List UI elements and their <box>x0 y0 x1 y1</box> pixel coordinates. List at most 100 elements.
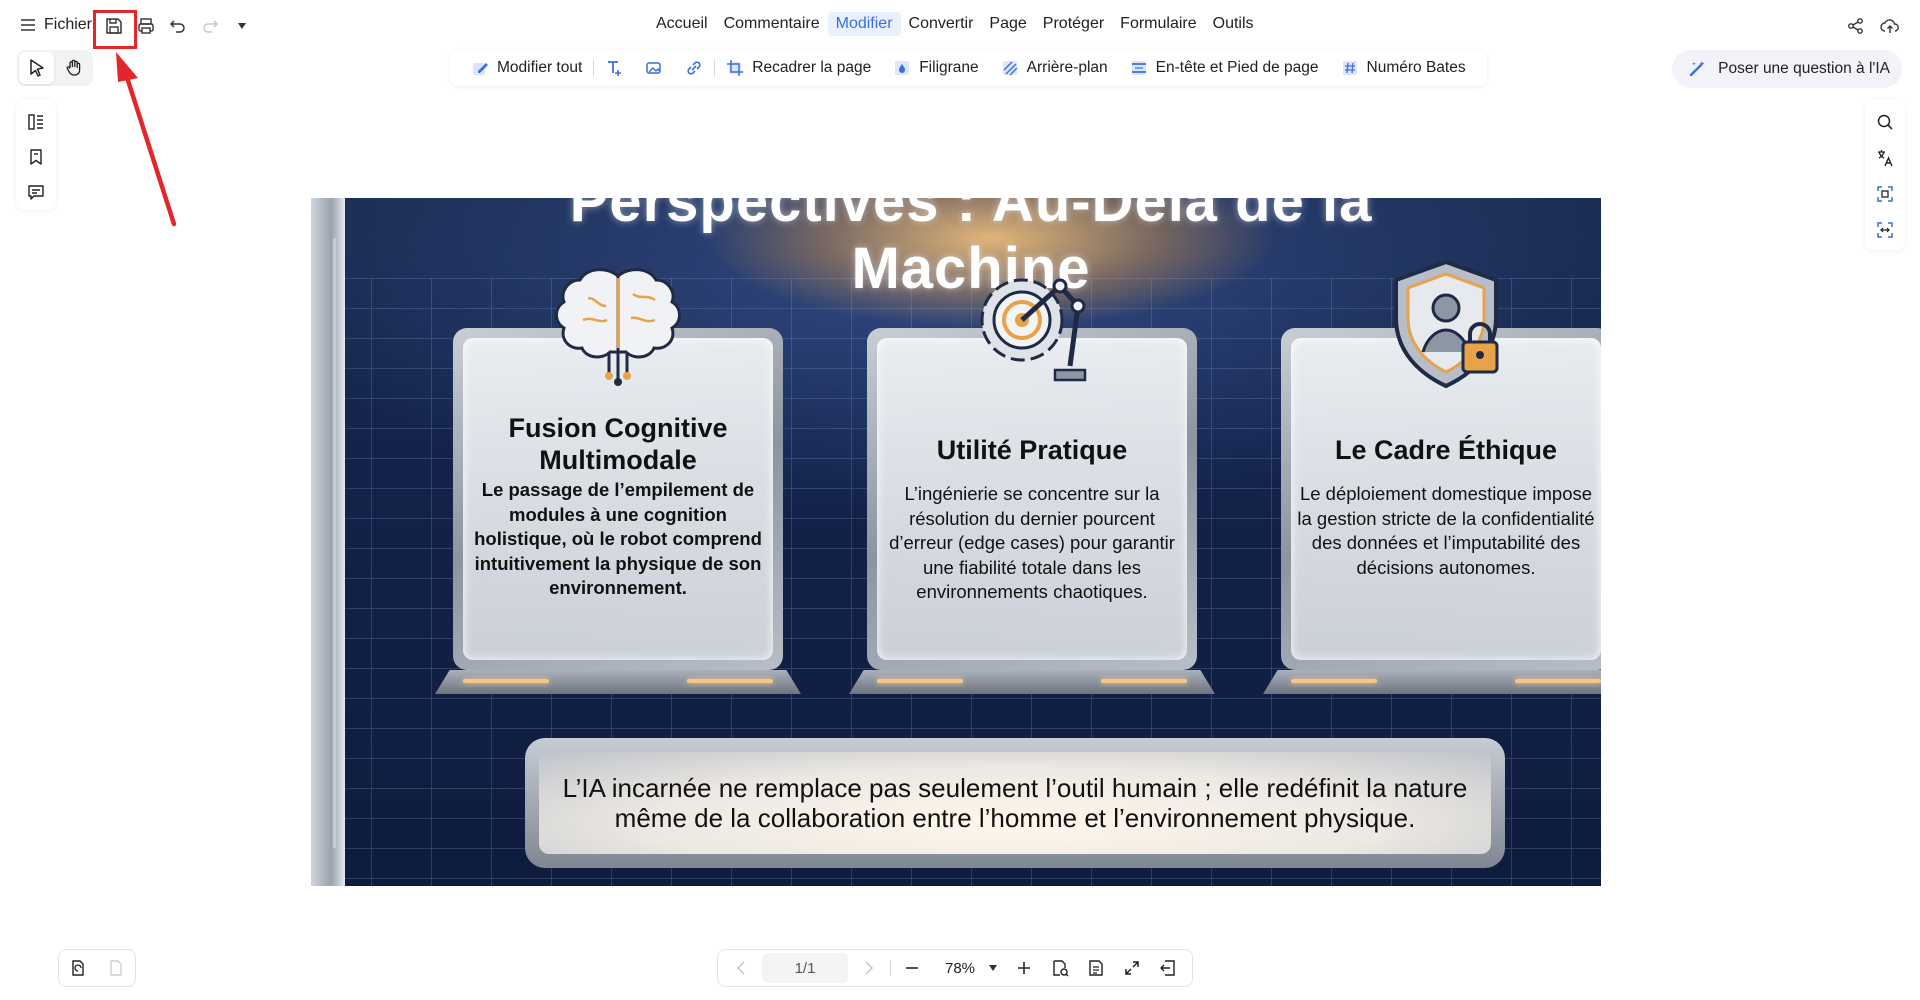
tab-accueil[interactable]: Accueil <box>648 12 716 36</box>
expand-icon <box>1125 961 1139 975</box>
scan-text-icon <box>1877 186 1893 202</box>
header-footer-label: En-tête et Pied de page <box>1155 59 1319 76</box>
hamburger-icon <box>21 19 35 31</box>
right-side-panel <box>1865 100 1905 250</box>
tab-proteger[interactable]: Protéger <box>1035 12 1112 36</box>
background-label: Arrière-plan <box>1026 59 1108 76</box>
page-zoom-icon <box>1053 960 1069 977</box>
watermark-icon <box>895 61 910 75</box>
file-menu-button[interactable]: Fichier <box>20 16 92 34</box>
hand-tool-button[interactable] <box>56 52 91 84</box>
undo-icon <box>169 20 185 33</box>
shield-lock-icon <box>1394 259 1499 389</box>
annotation-arrow-icon <box>116 52 177 227</box>
search-icon <box>1877 114 1893 130</box>
slide-frame-accent <box>333 238 347 848</box>
page-rotate-icon <box>72 960 84 976</box>
share-icon <box>1848 18 1863 34</box>
tab-commentaire[interactable]: Commentaire <box>716 12 828 36</box>
bates-number-button[interactable]: Numéro Bates <box>1330 50 1477 86</box>
fullscreen-button[interactable] <box>1117 953 1147 983</box>
tab-formulaire[interactable]: Formulaire <box>1112 12 1204 36</box>
add-link-button[interactable] <box>674 50 714 86</box>
translate-icon <box>1878 150 1893 167</box>
search-button[interactable] <box>1869 106 1901 138</box>
document-page: Perspectives : Au-Delà de la Machine Fus… <box>311 198 1601 886</box>
cloud-button[interactable] <box>1876 12 1904 40</box>
zoom-in-button[interactable] <box>1009 953 1039 983</box>
brain-circuit-icon <box>555 268 681 386</box>
left-side-panel <box>16 100 56 210</box>
gear-target-icon <box>980 278 1087 382</box>
undo-button[interactable] <box>164 12 192 40</box>
comment-icon <box>28 185 44 201</box>
zoom-value: 78% <box>945 959 976 977</box>
next-page-button[interactable] <box>854 953 884 983</box>
redo-icon <box>203 20 219 33</box>
translate-button[interactable] <box>1869 142 1901 174</box>
previous-page-button[interactable] <box>726 953 756 983</box>
caret-down-icon <box>989 965 998 971</box>
zoom-out-button[interactable] <box>897 953 927 983</box>
card-base <box>849 670 1215 694</box>
comments-button[interactable] <box>20 177 52 208</box>
header-footer-icon <box>1131 61 1146 75</box>
redo-button[interactable] <box>196 12 224 40</box>
share-button[interactable] <box>1842 12 1870 40</box>
rotate-page-button[interactable] <box>63 953 93 983</box>
bookmarks-button[interactable] <box>20 141 52 172</box>
edit-all-button[interactable]: Modifier tout <box>460 50 593 86</box>
card-text: Le déploiement domestique impose la gest… <box>1297 483 1595 578</box>
background-button[interactable]: Arrière-plan <box>990 50 1119 86</box>
ask-ai-button[interactable]: Poser une question à l'IA <box>1672 50 1902 88</box>
tab-convertir[interactable]: Convertir <box>901 12 982 36</box>
header-footer-button[interactable]: En-tête et Pied de page <box>1119 50 1330 86</box>
edit-all-label: Modifier tout <box>497 59 583 76</box>
edit-all-icon <box>473 63 488 75</box>
page-view-icon <box>110 960 122 976</box>
crop-page-label: Recadrer la page <box>752 59 872 76</box>
page-number-field[interactable]: 1/1 <box>762 953 848 983</box>
conclusion-text: L’IA incarnée ne remplace pas seulement … <box>539 752 1491 854</box>
compare-button[interactable] <box>1869 214 1901 246</box>
tab-outils[interactable]: Outils <box>1205 12 1262 36</box>
zoom-select[interactable]: 78% <box>933 960 1003 977</box>
tab-page[interactable]: Page <box>981 12 1034 36</box>
bottom-left-controls <box>58 949 136 987</box>
ask-ai-label: Poser une question à l'IA <box>1718 60 1890 77</box>
bookmark-icon <box>30 149 42 165</box>
print-icon <box>138 18 154 34</box>
minus-icon <box>906 967 918 969</box>
document-icon <box>1089 960 1103 976</box>
add-text-button[interactable] <box>594 50 634 86</box>
card-ethique: Le Cadre Éthique Le déploiement domestiq… <box>1263 259 1601 694</box>
thumbnails-icon <box>28 113 43 130</box>
compare-icon <box>1877 222 1893 238</box>
watermark-button[interactable]: Filigrane <box>882 50 989 86</box>
fit-width-button[interactable] <box>1081 953 1111 983</box>
crop-page-button[interactable]: Recadrer la page <box>715 50 882 86</box>
watermark-label: Filigrane <box>919 59 979 76</box>
ocr-button[interactable] <box>1869 178 1901 210</box>
add-image-button[interactable] <box>634 50 674 86</box>
chevron-right-icon <box>865 961 874 975</box>
tab-modifier[interactable]: Modifier <box>827 12 901 36</box>
top-bar: Fichier Accueil Commentaire Modifier Con… <box>0 0 1920 50</box>
exit-icon <box>1160 960 1175 976</box>
background-icon <box>1002 61 1018 76</box>
quick-access-dropdown[interactable] <box>228 12 256 40</box>
page-view-button[interactable] <box>101 953 131 983</box>
select-tool-button[interactable] <box>19 52 54 84</box>
page-navigation-bar: 1/1 78% <box>717 949 1193 987</box>
exit-reading-button[interactable] <box>1153 953 1183 983</box>
highlight-box <box>93 10 137 49</box>
card-text: L’ingénierie se concentre sur la résolut… <box>889 483 1175 602</box>
add-text-icon <box>608 61 622 76</box>
card-utilite: Utilité Pratique L’ingénierie se concent… <box>849 278 1215 694</box>
thumbnails-button[interactable] <box>20 106 52 137</box>
plus-icon <box>1018 962 1031 974</box>
card-base <box>435 670 801 694</box>
hand-icon <box>66 59 80 76</box>
add-image-icon <box>646 62 662 74</box>
fit-page-button[interactable] <box>1045 953 1075 983</box>
